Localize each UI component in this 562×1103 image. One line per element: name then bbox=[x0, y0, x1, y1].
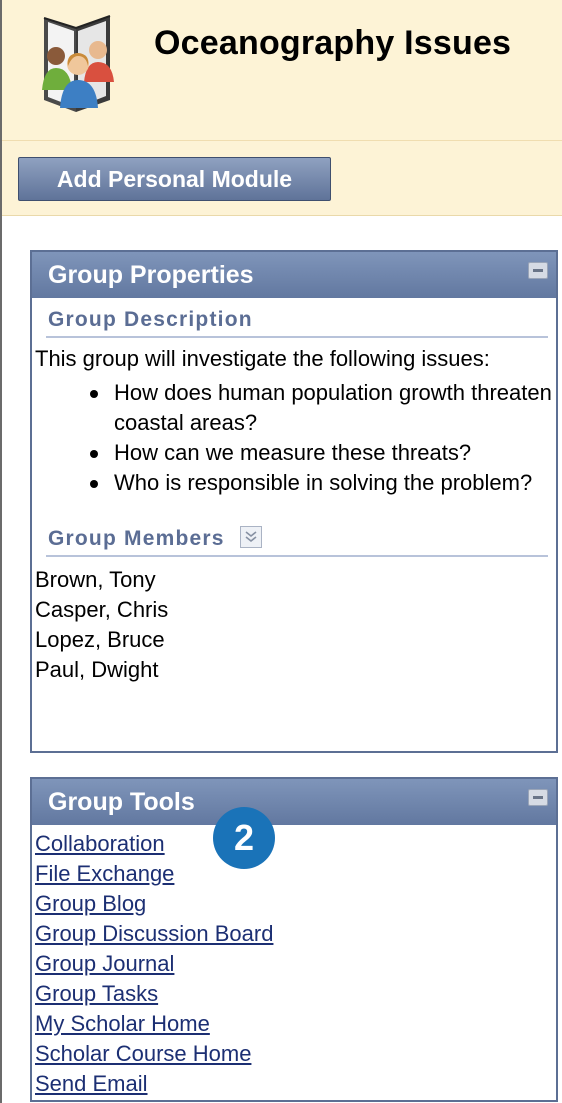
group-properties-title: Group Properties bbox=[48, 261, 254, 289]
group-tools-title: Group Tools bbox=[48, 788, 195, 816]
collapse-icon[interactable] bbox=[528, 789, 548, 806]
group-tools-list: Collaboration File Exchange Group Blog G… bbox=[32, 825, 556, 1099]
issues-list: How does human population growth threate… bbox=[32, 378, 556, 498]
list-item: Casper, Chris bbox=[35, 597, 169, 622]
tool-link-file-exchange[interactable]: File Exchange bbox=[32, 859, 556, 889]
tool-link-group-blog[interactable]: Group Blog bbox=[32, 889, 556, 919]
members-list: Brown, Tony Casper, Chris Lopez, Bruce P… bbox=[32, 557, 556, 685]
collapse-icon[interactable] bbox=[528, 262, 548, 279]
list-item: How can we measure these threats? bbox=[90, 438, 556, 468]
tool-link-scholar-course-home[interactable]: Scholar Course Home bbox=[32, 1039, 556, 1069]
group-properties-panel: Group Properties Group Description This … bbox=[30, 250, 558, 753]
tool-link-group-discussion-board[interactable]: Group Discussion Board bbox=[32, 919, 556, 949]
header-divider bbox=[2, 140, 562, 141]
group-properties-header: Group Properties bbox=[32, 252, 556, 298]
tool-link-collaboration[interactable]: Collaboration bbox=[32, 829, 556, 859]
page-header: Oceanography Issues Add Personal Module bbox=[2, 0, 562, 216]
group-members-label: Group Members bbox=[48, 527, 225, 550]
tool-link-group-tasks[interactable]: Group Tasks bbox=[32, 979, 556, 1009]
page-title: Oceanography Issues bbox=[154, 24, 512, 62]
group-description-text: This group will investigate the followin… bbox=[35, 346, 490, 371]
tool-link-my-scholar-home[interactable]: My Scholar Home bbox=[32, 1009, 556, 1039]
list-item: Lopez, Bruce bbox=[35, 627, 165, 652]
tool-link-send-email[interactable]: Send Email bbox=[32, 1069, 556, 1099]
callout-badge: 2 bbox=[213, 807, 275, 869]
group-members-heading: Group Members bbox=[46, 516, 548, 557]
add-personal-module-button[interactable]: Add Personal Module bbox=[18, 157, 331, 201]
group-people-icon bbox=[42, 15, 114, 112]
list-item: Paul, Dwight bbox=[35, 657, 159, 682]
list-item: Who is responsible in solving the proble… bbox=[90, 468, 556, 498]
chevron-down-icon[interactable] bbox=[239, 526, 262, 548]
list-item: How does human population growth threate… bbox=[90, 378, 556, 438]
tool-link-group-journal[interactable]: Group Journal bbox=[32, 949, 556, 979]
group-tools-panel: Group Tools Collaboration File Exchange … bbox=[30, 777, 558, 1102]
group-description-heading: Group Description bbox=[46, 298, 548, 338]
list-item: Brown, Tony bbox=[35, 567, 156, 592]
group-tools-header: Group Tools bbox=[32, 779, 556, 825]
